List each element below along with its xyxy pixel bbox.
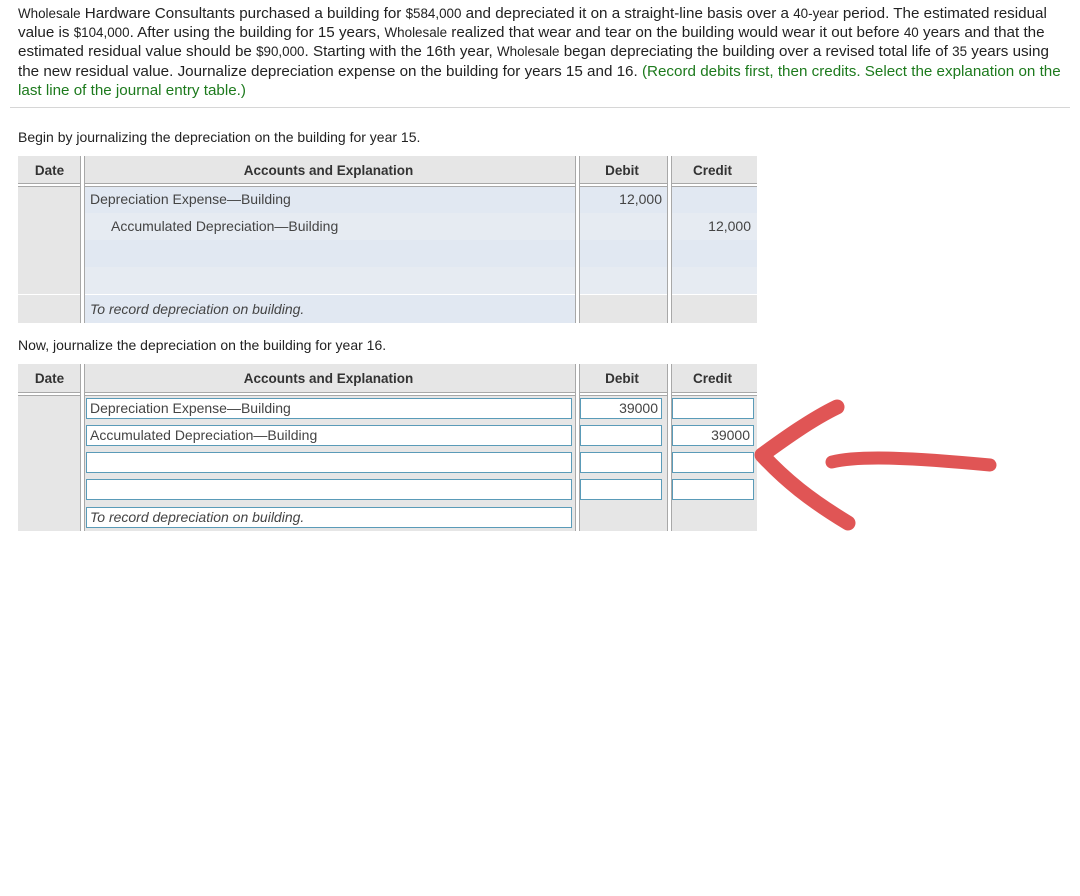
journal-table-year-15: Date Accounts and Explanation Debit Cred… [18, 156, 757, 323]
table-row: Depreciation Expense—Building 39000 [18, 395, 757, 422]
company-name: Wholesale [384, 25, 448, 41]
account-input[interactable] [86, 452, 572, 473]
revised-life-value: 35 [952, 44, 968, 60]
table-row [18, 240, 757, 267]
explanation-text: To record depreciation on building. [90, 301, 305, 317]
problem-text: . After using the building for 15 years, [129, 24, 385, 42]
problem-text: began depreciating the building over a r… [559, 43, 953, 61]
debit-input[interactable] [580, 479, 662, 500]
table-header: Date Accounts and Explanation Debit Cred… [18, 364, 757, 393]
explanation-row: To record depreciation on building. [18, 503, 757, 531]
header-date: Date [18, 364, 81, 393]
header-debit: Debit [576, 156, 668, 185]
credit-amount: 12,000 [708, 218, 751, 234]
problem-statement: Wholesale Hardware Consultants purchased… [18, 4, 1066, 100]
problem-text: realized that wear and tear on the build… [447, 24, 904, 42]
prompt-year-16: Now, journalize the depreciation on the … [18, 337, 387, 353]
table-row: Accumulated Depreciation—Building 39000 [18, 422, 757, 449]
table-header: Date Accounts and Explanation Debit Cred… [18, 156, 757, 185]
account-input[interactable]: Depreciation Expense—Building [86, 398, 572, 419]
divider [10, 107, 1070, 108]
problem-text: Hardware Consultants purchased a buildin… [80, 5, 406, 22]
problem-text: . Starting with the 16th year, [304, 43, 497, 61]
explanation-row: To record depreciation on building. [18, 295, 757, 323]
header-credit: Credit [668, 156, 757, 185]
journal-table-year-16: Date Accounts and Explanation Debit Cred… [18, 364, 757, 531]
account-input[interactable] [86, 479, 572, 500]
life-value: 40-year [793, 6, 839, 21]
table-row [18, 476, 757, 503]
header-accounts: Accounts and Explanation [81, 156, 576, 185]
table-row: Accumulated Depreciation—Building 12,000 [18, 213, 757, 240]
account-debit: Depreciation Expense—Building [90, 191, 291, 207]
company-name: Wholesale [18, 6, 81, 21]
debit-input[interactable] [580, 452, 662, 473]
debit-input[interactable]: 39000 [580, 398, 662, 419]
problem-text: and depreciated it on a straight-line ba… [461, 5, 794, 22]
account-credit: Accumulated Depreciation—Building [111, 218, 339, 234]
table-row [18, 267, 757, 294]
account-input[interactable]: Accumulated Depreciation—Building [86, 425, 572, 446]
residual-value: $104,000 [73, 25, 130, 41]
red-arrow-icon [754, 399, 997, 531]
table-row: Depreciation Expense—Building 12,000 [18, 186, 757, 213]
cost-value: $584,000 [405, 6, 462, 21]
explanation-input[interactable]: To record depreciation on building. [86, 507, 572, 528]
header-debit: Debit [576, 364, 668, 393]
company-name: Wholesale [496, 44, 560, 60]
header-date: Date [18, 156, 81, 185]
prompt-year-15: Begin by journalizing the depreciation o… [18, 129, 421, 145]
life-value: 40 [903, 25, 919, 41]
table-row [18, 449, 757, 476]
debit-amount: 12,000 [619, 191, 662, 207]
new-residual-value: $90,000 [256, 44, 305, 60]
debit-input[interactable] [580, 425, 662, 446]
header-accounts: Accounts and Explanation [81, 364, 576, 393]
